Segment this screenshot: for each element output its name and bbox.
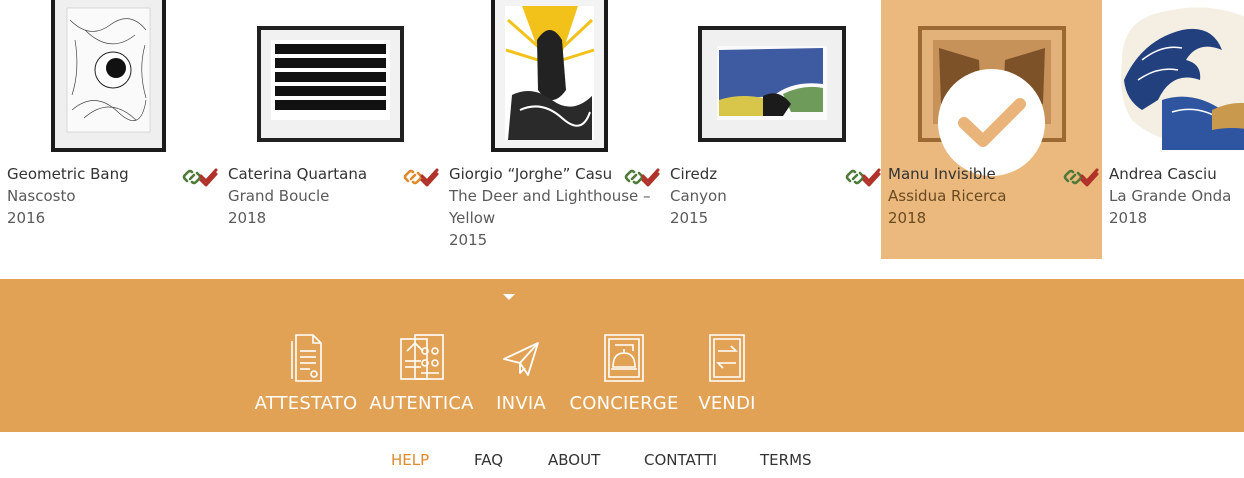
autentica-label: AUTENTICA xyxy=(369,393,474,414)
artwork-card[interactable]: Andrea Casciu La Grande Onda 2018 xyxy=(1102,0,1244,259)
artwork-title[interactable]: Canyon xyxy=(670,185,880,207)
artwork-info: Giorgio “Jorghe” Casu The Deer and Light… xyxy=(449,163,659,251)
footer-link-about[interactable]: ABOUT xyxy=(548,451,600,469)
artwork-year: 2018 xyxy=(888,209,927,227)
vendi-button[interactable]: VENDI xyxy=(696,331,758,421)
artist-name[interactable]: Andrea Casciu xyxy=(1109,163,1244,185)
artwork-thumbnail[interactable] xyxy=(1102,0,1244,156)
artist-name[interactable]: Ciredz xyxy=(670,163,880,185)
artwork-year: 2018 xyxy=(228,209,267,227)
artwork-info: Caterina Quartana Grand Boucle 2018 xyxy=(228,163,438,229)
artwork-year: 2015 xyxy=(670,209,709,227)
artwork-title[interactable]: Grand Boucle xyxy=(228,185,438,207)
artist-name[interactable]: Geometric Bang xyxy=(7,163,217,185)
artwork-card[interactable]: Caterina Quartana Grand Boucle 2018 xyxy=(221,0,442,259)
vendi-label: VENDI xyxy=(698,393,756,414)
artwork-info: Manu Invisible Assidua Ricerca 2018 xyxy=(888,163,1098,229)
footer-link-terms[interactable]: TERMS xyxy=(760,451,812,469)
footer-link-contatti[interactable]: CONTATTI xyxy=(644,451,717,469)
invia-label: INVIA xyxy=(496,393,546,414)
attestato-button[interactable]: ATTESTATO xyxy=(252,331,360,421)
certificate-document-icon xyxy=(291,334,322,382)
artwork-thumbnail[interactable] xyxy=(442,0,663,156)
footer-link-faq[interactable]: FAQ xyxy=(474,451,503,469)
check-icon xyxy=(957,97,1026,147)
artwork-year: 2018 xyxy=(1109,209,1148,227)
selected-check-overlay[interactable] xyxy=(938,69,1045,176)
artist-name[interactable]: Giorgio “Jorghe” Casu xyxy=(449,163,659,185)
artist-name[interactable]: Manu Invisible xyxy=(888,163,1098,185)
artwork-thumbnail[interactable] xyxy=(221,0,442,156)
artwork-card-selected[interactable]: Manu Invisible Assidua Ricerca 2018 xyxy=(881,0,1102,259)
concierge-label: CONCIERGE xyxy=(569,393,679,414)
attestato-label: ATTESTATO xyxy=(254,393,358,414)
artwork-title[interactable]: Nascosto xyxy=(7,185,217,207)
artwork-card[interactable]: Giorgio “Jorghe” Casu The Deer and Light… xyxy=(442,0,663,259)
artwork-title[interactable]: La Grande Onda xyxy=(1109,185,1244,207)
artwork-thumbnail[interactable] xyxy=(0,0,221,156)
artwork-title[interactable]: Assidua Ricerca xyxy=(888,185,1098,207)
authenticate-document-icon xyxy=(399,334,444,380)
invia-button[interactable]: INVIA xyxy=(492,331,550,421)
artwork-title[interactable]: The Deer and Lighthouse – Yellow xyxy=(449,185,659,229)
artwork-thumbnail[interactable] xyxy=(663,0,884,156)
artwork-card[interactable]: Geometric Bang Nascosto 2016 xyxy=(0,0,221,259)
artwork-year: 2016 xyxy=(7,209,46,227)
artist-name[interactable]: Caterina Quartana xyxy=(228,163,438,185)
artwork-card[interactable]: Ciredz Canyon 2015 xyxy=(663,0,884,259)
artwork-gallery: Geometric Bang Nascosto 2016 Caterina Qu… xyxy=(0,0,1244,279)
artwork-info: Andrea Casciu La Grande Onda 2018 xyxy=(1109,163,1244,229)
footer-nav: HELP FAQ ABOUT CONTATTI TERMS xyxy=(0,432,1244,478)
action-bar: ATTESTATO AUTENTICA INVIA CONCIERGE VEND… xyxy=(0,279,1244,432)
exchange-arrows-icon xyxy=(709,334,745,382)
concierge-bell-icon xyxy=(604,334,644,382)
caret-down-icon[interactable] xyxy=(503,294,515,300)
artwork-year: 2015 xyxy=(449,231,488,249)
footer-link-help[interactable]: HELP xyxy=(391,451,429,469)
artwork-info: Geometric Bang Nascosto 2016 xyxy=(7,163,217,229)
autentica-button[interactable]: AUTENTICA xyxy=(366,331,477,421)
artwork-info: Ciredz Canyon 2015 xyxy=(670,163,880,229)
concierge-button[interactable]: CONCIERGE xyxy=(566,331,682,421)
paper-plane-icon xyxy=(503,342,539,376)
